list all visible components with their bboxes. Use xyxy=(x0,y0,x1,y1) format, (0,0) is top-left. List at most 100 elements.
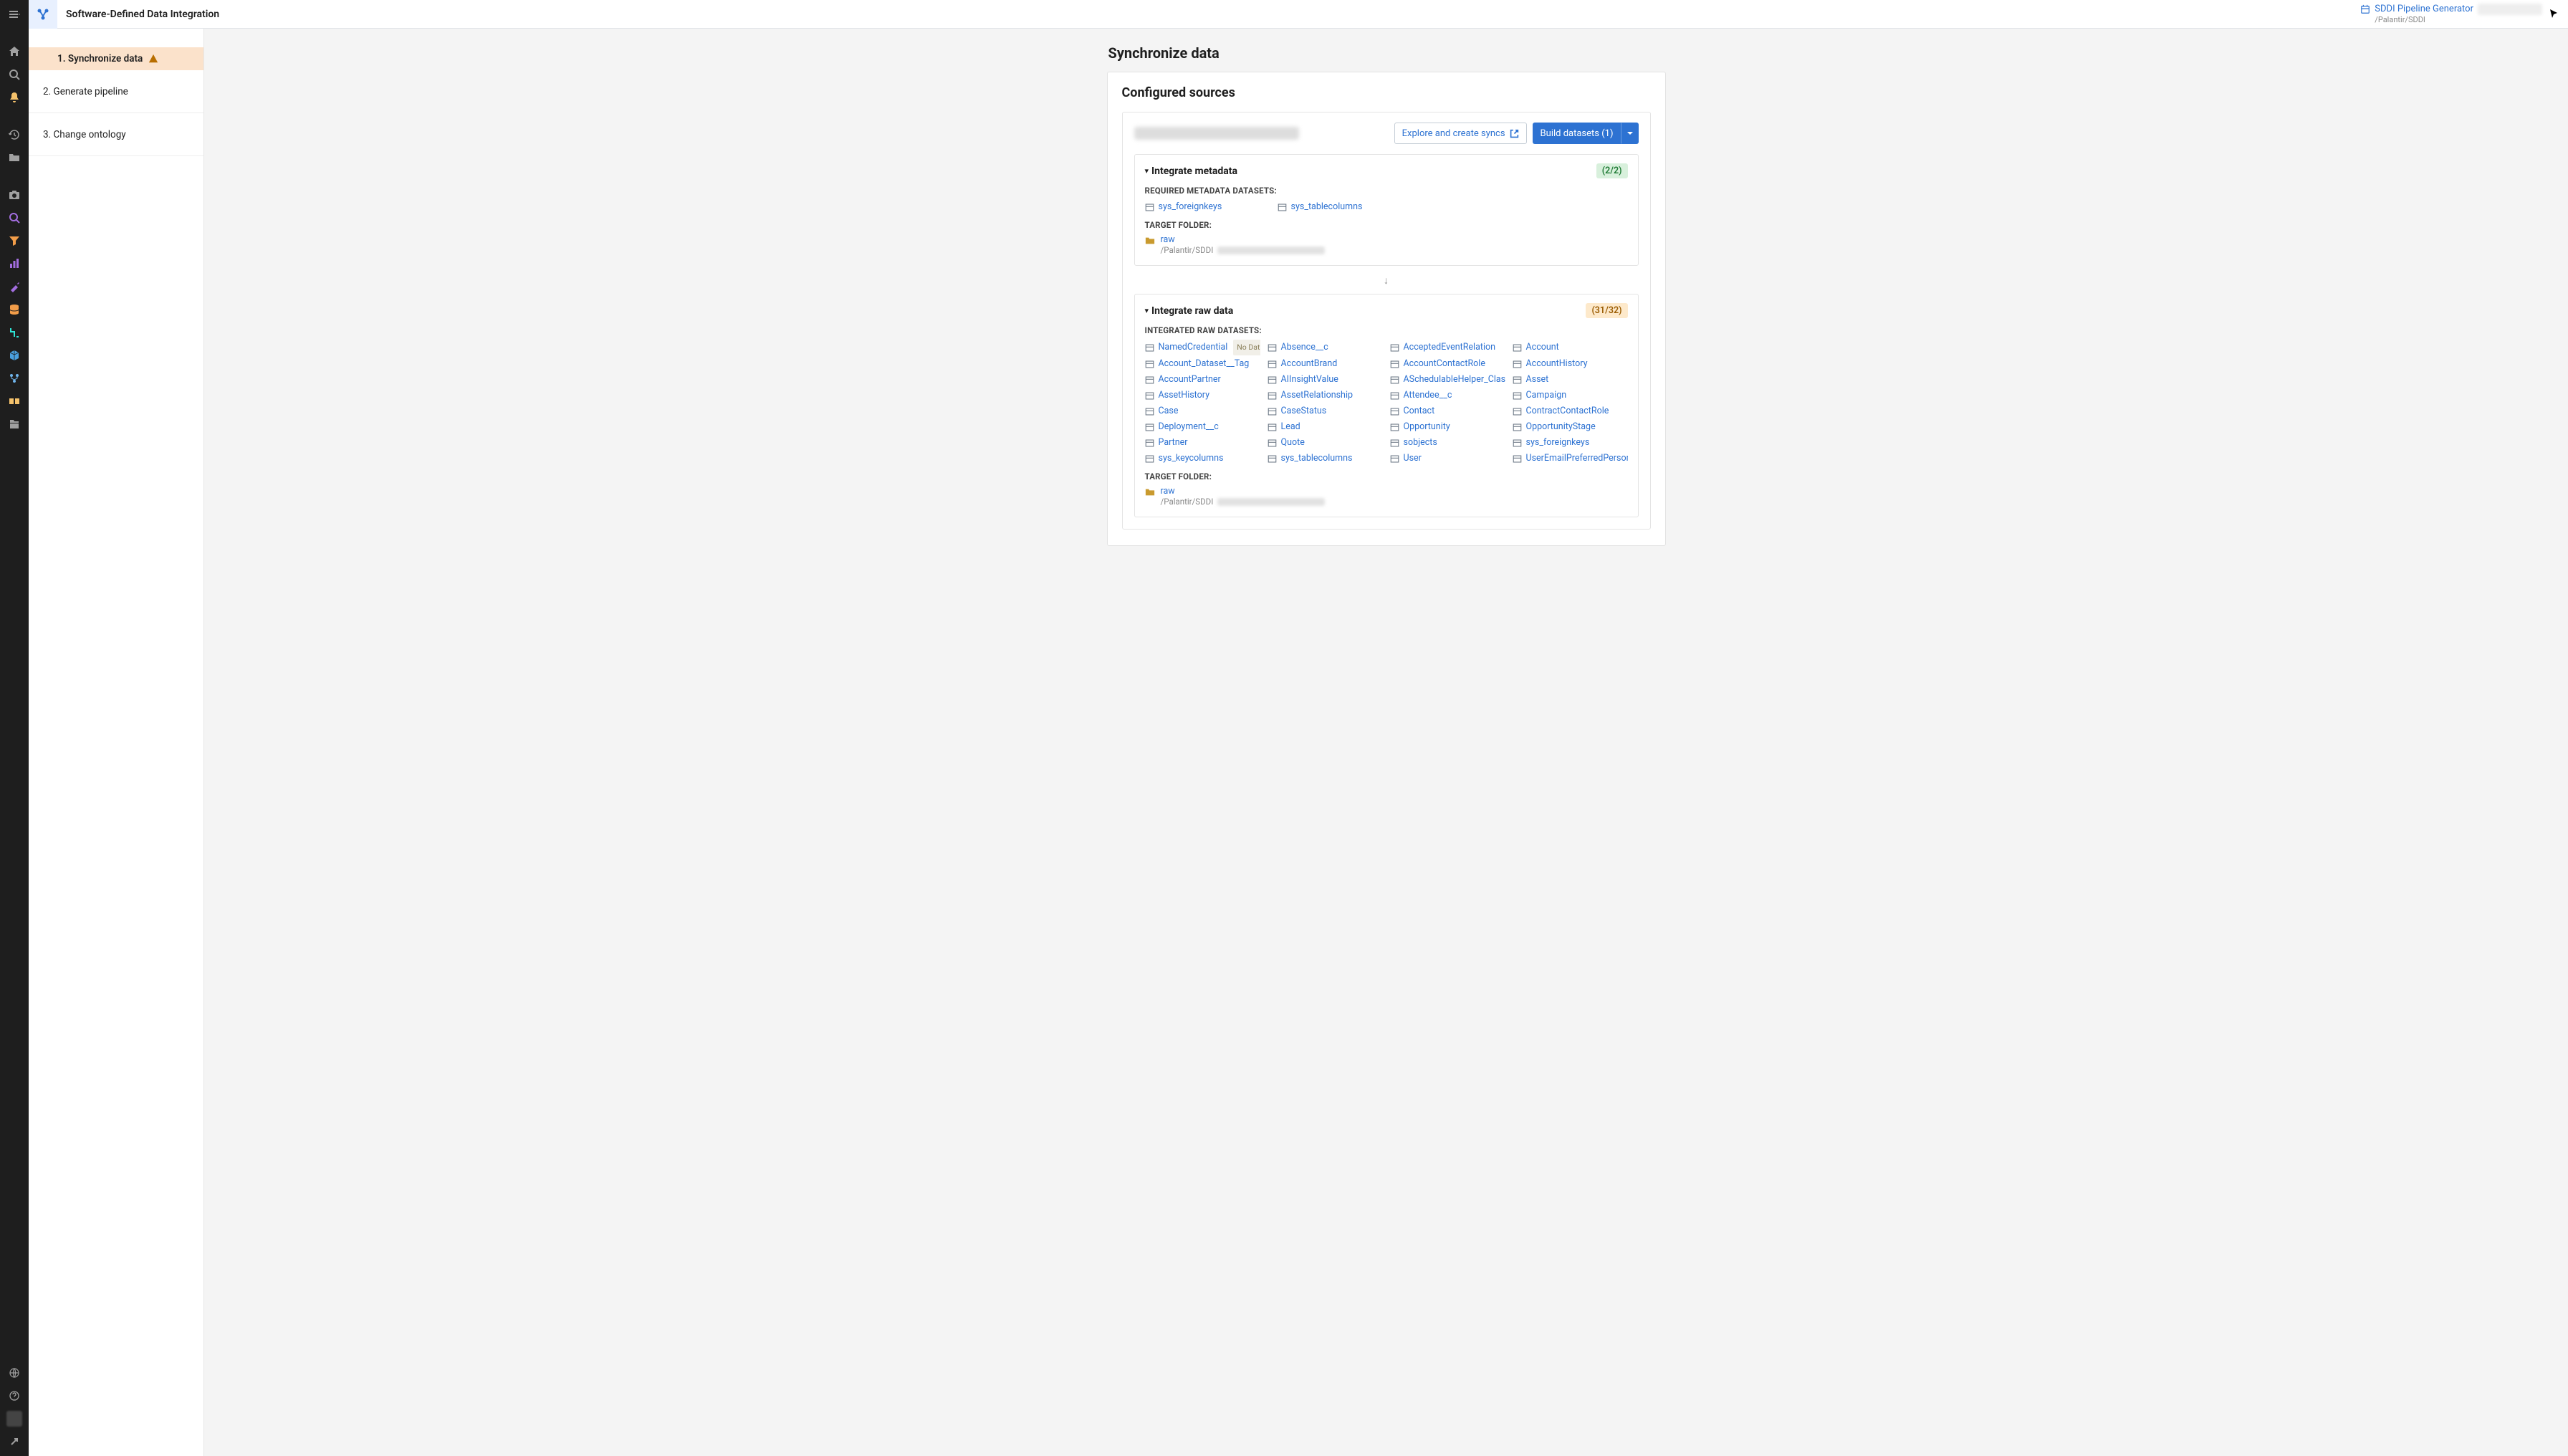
section-toggle[interactable]: ▾ Integrate raw data xyxy=(1145,305,1234,317)
section-toggle[interactable]: ▾ Integrate metadata xyxy=(1145,166,1237,177)
dataset-link[interactable]: ContractContactRole xyxy=(1513,404,1628,418)
arrow-down-icon: ↓ xyxy=(1134,274,1639,287)
section-badge: (2/2) xyxy=(1596,163,1628,178)
user-avatar[interactable] xyxy=(0,1407,29,1430)
dataset-link[interactable]: Account xyxy=(1513,340,1628,355)
folder-icon xyxy=(1145,487,1155,497)
files-icon[interactable] xyxy=(0,413,29,436)
dataset-link[interactable]: Absence__c xyxy=(1268,340,1383,355)
expand-icon[interactable] xyxy=(0,1430,29,1453)
table-icon xyxy=(1390,454,1399,464)
dataset-link[interactable]: NamedCredentialNo Data xyxy=(1145,340,1260,355)
dataset-link[interactable]: AIInsightValue xyxy=(1268,373,1383,387)
dataset-link[interactable]: Contact xyxy=(1390,404,1505,418)
dataset-link[interactable]: sobjects xyxy=(1390,436,1505,450)
table-icon xyxy=(1390,343,1399,353)
camera-icon[interactable] xyxy=(0,183,29,206)
dataset-link[interactable]: Partner xyxy=(1145,436,1260,450)
dataset-link[interactable]: Quote xyxy=(1268,436,1383,450)
dataset-link[interactable]: User xyxy=(1390,451,1505,466)
step-change-ontology[interactable]: 3. Change ontology xyxy=(29,113,203,156)
dataset-link[interactable]: AssetHistory xyxy=(1145,388,1260,403)
dataset-link[interactable]: Account_Dataset__Tag xyxy=(1145,357,1260,371)
subhead: REQUIRED METADATA DATASETS: xyxy=(1145,186,1628,196)
step-label: 3. Change ontology xyxy=(43,129,126,140)
table-icon xyxy=(1268,375,1277,385)
dataset-link[interactable]: AccountContactRole xyxy=(1390,357,1505,371)
table-icon xyxy=(1145,360,1154,369)
build-datasets-button[interactable]: Build datasets (1) xyxy=(1533,123,1621,144)
dataset-link[interactable]: Deployment__c xyxy=(1145,420,1260,434)
explore-create-syncs-button[interactable]: Explore and create syncs xyxy=(1394,123,1527,144)
button-label: Explore and create syncs xyxy=(1402,128,1505,139)
dataset-link[interactable]: Asset xyxy=(1513,373,1628,387)
dataset-link[interactable]: sys_foreignkeys xyxy=(1513,436,1628,450)
generator-link[interactable]: SDDI Pipeline Generator /Palantir/SDDI xyxy=(2360,4,2542,24)
history-icon[interactable] xyxy=(0,123,29,146)
dataset-link[interactable]: sys_tablecolumns xyxy=(1278,200,1403,214)
notifications-icon[interactable] xyxy=(0,86,29,109)
table-icon xyxy=(1145,454,1154,464)
dataset-link[interactable]: Lead xyxy=(1268,420,1383,434)
dataset-link[interactable]: AssetRelationship xyxy=(1268,388,1383,403)
dataset-link[interactable]: Attendee__c xyxy=(1390,388,1505,403)
database-icon[interactable] xyxy=(0,298,29,321)
table-icon xyxy=(1513,439,1522,448)
chevron-down-icon: ▾ xyxy=(1145,306,1149,315)
folder-path: /Palantir/SDDI xyxy=(1161,497,1214,507)
table-icon xyxy=(1268,439,1277,448)
globe-icon[interactable] xyxy=(0,1361,29,1384)
build-datasets-dropdown[interactable] xyxy=(1621,123,1639,144)
filter-icon[interactable] xyxy=(0,229,29,252)
generator-path: /Palantir/SDDI xyxy=(2375,15,2425,24)
inspect-icon[interactable] xyxy=(0,206,29,229)
source-box: Explore and create syncs Build datasets … xyxy=(1122,112,1651,530)
dataset-link[interactable]: Case xyxy=(1145,404,1260,418)
dataset-link[interactable]: ASchedulableHelper_Class__Tag xyxy=(1390,373,1505,387)
chart-icon[interactable] xyxy=(0,252,29,275)
dataset-link[interactable]: Opportunity xyxy=(1390,420,1505,434)
dataset-link[interactable]: sys_tablecolumns xyxy=(1268,451,1383,466)
header: Software-Defined Data Integration SDDI P… xyxy=(29,0,2568,29)
step-generate-pipeline[interactable]: 2. Generate pipeline xyxy=(29,70,203,113)
dataset-link[interactable]: sys_foreignkeys xyxy=(1145,200,1270,214)
section-title: Integrate metadata xyxy=(1151,166,1237,177)
target-folder-label: TARGET FOLDER: xyxy=(1145,220,1628,230)
nav-rail xyxy=(0,0,29,1456)
integrate-raw-data-section: ▾ Integrate raw data (31/32) INTEGRATED … xyxy=(1134,294,1639,517)
compare-icon[interactable] xyxy=(0,390,29,413)
home-icon[interactable] xyxy=(0,40,29,63)
warning-icon xyxy=(148,54,158,64)
pipeline-icon[interactable] xyxy=(0,321,29,344)
dataset-link[interactable]: sys_keycolumns xyxy=(1145,451,1260,466)
dataset-link[interactable]: AccountBrand xyxy=(1268,357,1383,371)
dataset-link[interactable]: Campaign xyxy=(1513,388,1628,403)
redacted-source-name xyxy=(1134,127,1299,140)
dataset-link[interactable]: CaseStatus xyxy=(1268,404,1383,418)
step-synchronize-data[interactable]: 1. Synchronize data xyxy=(29,47,203,70)
integration-icon[interactable] xyxy=(0,367,29,390)
table-icon xyxy=(1145,407,1154,416)
dataset-link[interactable]: UserEmailPreferredPerson xyxy=(1513,451,1628,466)
tool-icon[interactable] xyxy=(0,275,29,298)
button-label: Build datasets (1) xyxy=(1541,128,1614,139)
search-icon[interactable] xyxy=(0,63,29,86)
help-icon[interactable] xyxy=(0,1384,29,1407)
dataset-link[interactable]: AccountPartner xyxy=(1145,373,1260,387)
section-badge: (31/32) xyxy=(1586,303,1627,318)
table-icon xyxy=(1390,375,1399,385)
folder-icon[interactable] xyxy=(0,146,29,169)
redacted xyxy=(2478,4,2542,15)
dataset-link[interactable]: AccountHistory xyxy=(1513,357,1628,371)
generator-label: SDDI Pipeline Generator xyxy=(2375,4,2473,15)
folder-link[interactable]: raw xyxy=(1161,234,1326,245)
dataset-link[interactable]: OpportunityStage xyxy=(1513,420,1628,434)
app-title: Software-Defined Data Integration xyxy=(66,9,219,20)
menu-icon[interactable] xyxy=(0,3,29,26)
cube-icon[interactable] xyxy=(0,344,29,367)
table-icon xyxy=(1390,391,1399,401)
table-icon xyxy=(1513,343,1522,353)
dataset-link[interactable]: AcceptedEventRelation xyxy=(1390,340,1505,355)
folder-link[interactable]: raw xyxy=(1161,486,1326,497)
integrate-metadata-section: ▾ Integrate metadata (2/2) REQUIRED META… xyxy=(1134,154,1639,266)
